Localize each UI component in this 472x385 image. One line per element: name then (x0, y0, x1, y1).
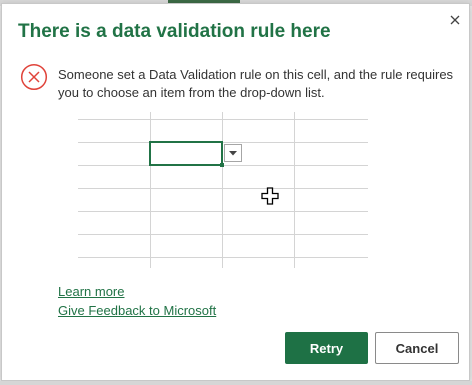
spreadsheet-illustration (78, 112, 370, 272)
close-button[interactable] (447, 12, 463, 28)
learn-more-link[interactable]: Learn more (58, 282, 216, 301)
cancel-button[interactable]: Cancel (375, 332, 459, 364)
feedback-link[interactable]: Give Feedback to Microsoft (58, 301, 216, 320)
dialog-title: There is a data validation rule here (18, 21, 331, 42)
dialog-links: Learn more Give Feedback to Microsoft (58, 282, 216, 320)
error-icon (20, 63, 48, 91)
dialog-message: Someone set a Data Validation rule on th… (58, 67, 454, 100)
selected-cell (149, 141, 223, 166)
background-window-bottom (0, 381, 472, 385)
cell-cursor-icon (261, 187, 279, 205)
data-validation-dialog: There is a data validation rule here Som… (1, 3, 470, 381)
close-icon (450, 15, 460, 25)
retry-button[interactable]: Retry (285, 332, 368, 364)
